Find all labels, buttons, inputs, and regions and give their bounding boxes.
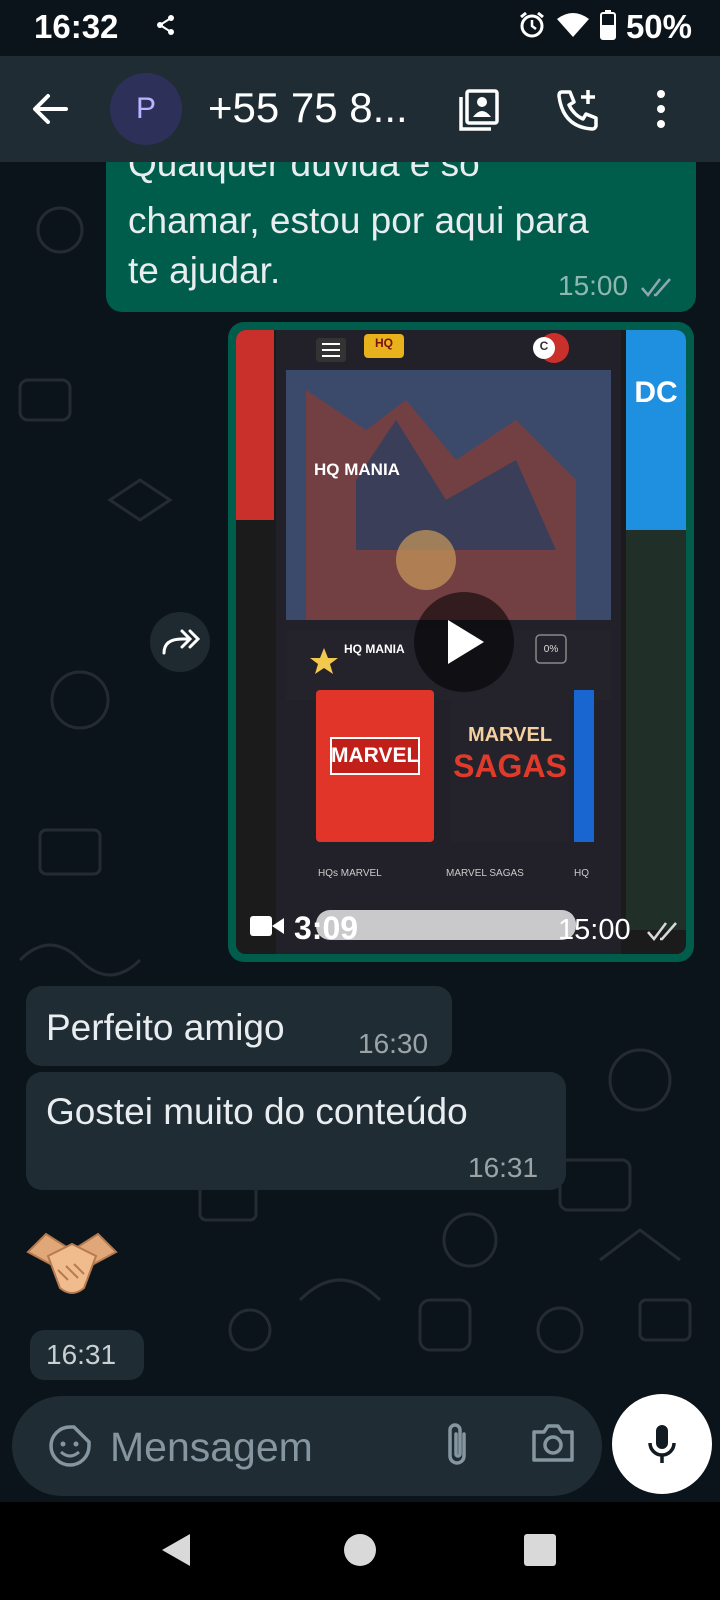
system-nav-bar <box>0 1502 720 1600</box>
contact-name[interactable]: +55 75 8... <box>208 84 408 132</box>
attach-icon[interactable] <box>442 1420 472 1473</box>
forward-button[interactable] <box>150 612 210 672</box>
chat-header-overlay: P +55 75 8... <box>0 56 720 162</box>
handshake-emoji[interactable] <box>24 1226 120 1317</box>
emoji-time-chip: 16:31 <box>30 1330 144 1380</box>
message-time: 15:00 <box>558 914 631 946</box>
share-icon <box>156 14 176 41</box>
message-text: Perfeito amigo <box>46 1007 285 1048</box>
read-ticks-icon <box>641 278 671 297</box>
video-camera-icon <box>250 916 284 936</box>
play-icon <box>448 620 484 664</box>
handshake-icon <box>26 1232 118 1294</box>
message-text: Gostei muito do conteúdo <box>46 1091 468 1132</box>
nav-back-icon[interactable] <box>160 1532 192 1568</box>
nav-home-icon[interactable] <box>344 1534 376 1566</box>
message-text-line: chamar, estou por aqui para <box>128 200 589 241</box>
message-time: 16:31 <box>46 1339 117 1370</box>
read-ticks-icon <box>647 922 677 941</box>
message-time: 16:30 <box>358 1028 429 1059</box>
camera-icon[interactable] <box>530 1422 576 1469</box>
status-time: 16:32 <box>34 8 119 45</box>
contact-card-icon[interactable] <box>454 84 504 134</box>
video-duration: 3:09 <box>294 910 359 946</box>
status-bar: 16:32 50% <box>0 0 720 56</box>
message-text-line: te ajudar. <box>128 250 281 291</box>
message-composer <box>12 1396 602 1496</box>
message-time: 15:00 <box>558 270 629 301</box>
mic-icon <box>648 1425 676 1463</box>
back-arrow-icon[interactable] <box>28 86 74 132</box>
sticker-icon[interactable] <box>48 1424 92 1473</box>
add-call-icon[interactable] <box>552 84 602 134</box>
more-vert-icon[interactable] <box>636 84 686 134</box>
battery-percent: 50% <box>625 8 692 45</box>
wifi-icon <box>556 11 590 44</box>
message-time: 16:31 <box>468 1152 539 1183</box>
alarm-icon <box>518 11 546 44</box>
mic-button[interactable] <box>612 1394 712 1494</box>
battery-icon <box>599 9 616 45</box>
message-input[interactable] <box>108 1420 412 1474</box>
avatar[interactable]: P <box>110 73 182 145</box>
forward-icon <box>162 629 200 655</box>
play-button[interactable] <box>414 592 514 692</box>
nav-recents-icon[interactable] <box>524 1534 556 1566</box>
